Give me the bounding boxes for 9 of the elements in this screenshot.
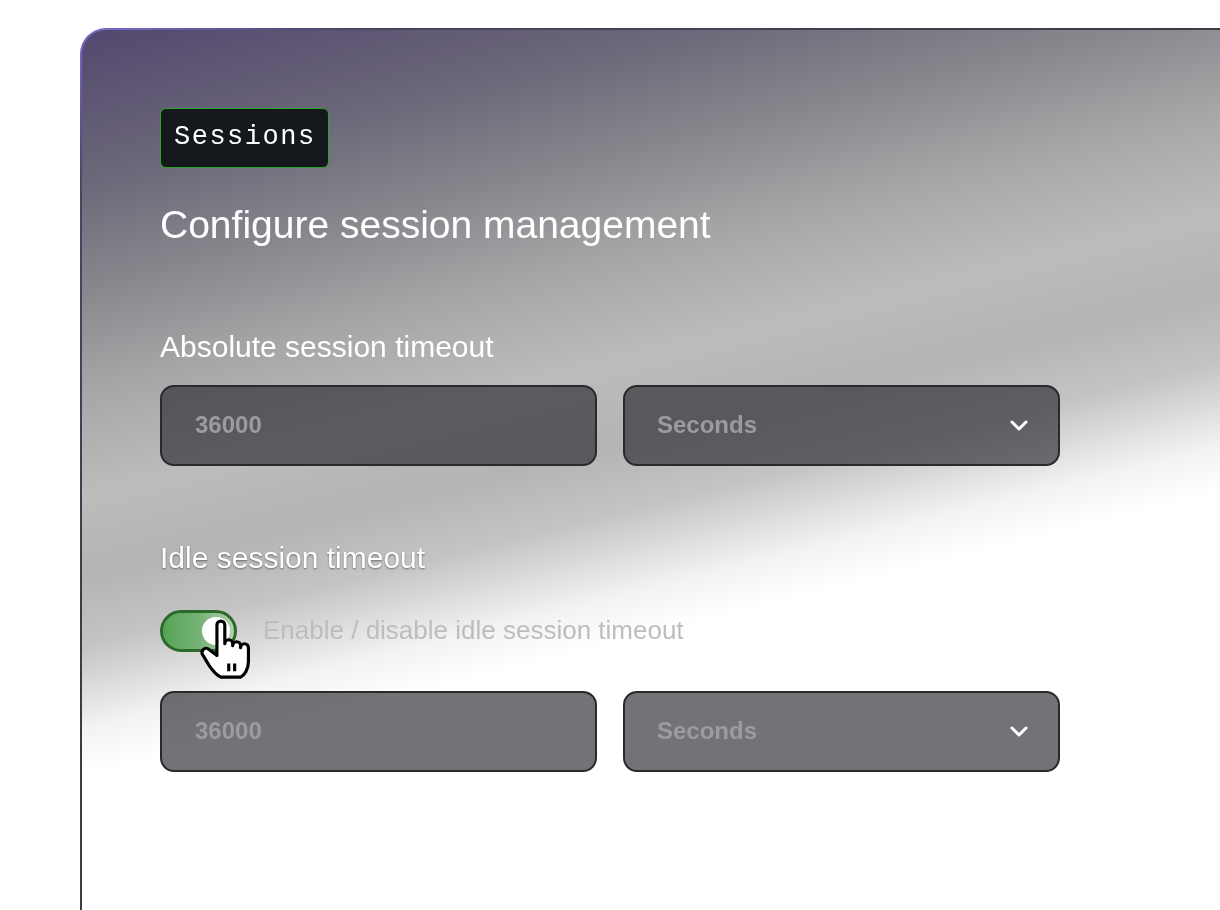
unit-dropdown[interactable]: Seconds — [623, 384, 1060, 466]
chevron-down-icon — [1010, 725, 1028, 737]
hand-cursor-icon — [200, 618, 250, 681]
timeout-input[interactable]: 36000 — [160, 384, 597, 466]
setting-label: Idle session timeout — [160, 541, 426, 574]
chevron-down-icon — [1010, 419, 1028, 431]
page-heading: Configure session management — [160, 203, 712, 247]
setting-label: Absolute session timeout — [160, 330, 494, 363]
section-tag: Sessions — [160, 108, 329, 168]
